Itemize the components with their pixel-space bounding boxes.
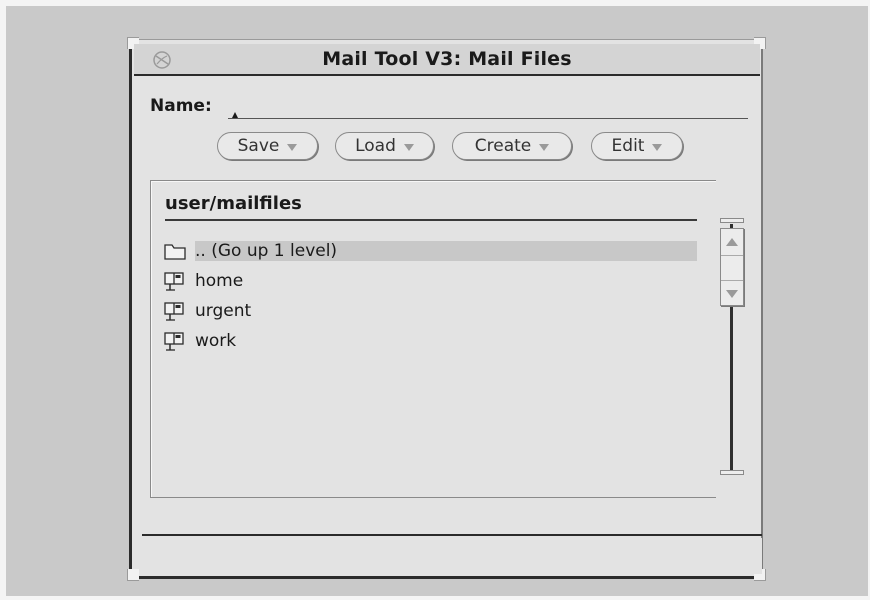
arrow-up-icon xyxy=(726,238,738,246)
resize-corner-bottom-left[interactable] xyxy=(127,569,139,581)
save-menu-button[interactable]: Save xyxy=(217,132,318,160)
title-bar[interactable]: Mail Tool V3: Mail Files xyxy=(134,44,760,76)
mailbox-icon xyxy=(163,330,191,352)
list-item[interactable]: work xyxy=(163,327,236,355)
file-list: user/mailfiles .. (Go up 1 level) home u… xyxy=(150,180,716,498)
chevron-down-icon xyxy=(287,143,298,151)
list-item-label: work xyxy=(195,331,237,351)
edit-menu-button[interactable]: Edit xyxy=(591,132,683,160)
folder-icon xyxy=(163,240,191,262)
scroll-down-button[interactable] xyxy=(721,281,743,307)
scrollbar-elevator[interactable] xyxy=(720,228,744,306)
load-menu-button[interactable]: Load xyxy=(335,132,434,160)
scroll-up-button[interactable] xyxy=(721,229,743,255)
save-button-label: Save xyxy=(237,136,280,156)
footer-area xyxy=(142,538,762,574)
list-header-divider xyxy=(165,219,697,221)
chevron-down-icon xyxy=(539,143,550,151)
load-button-label: Load xyxy=(355,136,396,156)
list-item-label: urgent xyxy=(195,301,252,321)
scrollbar-bottom-anchor[interactable] xyxy=(720,470,744,475)
text-caret xyxy=(232,112,238,118)
list-item[interactable]: home xyxy=(163,267,243,295)
list-item-label: home xyxy=(195,271,244,291)
name-label: Name: xyxy=(150,96,212,116)
list-item[interactable]: urgent xyxy=(163,297,251,325)
mailbox-icon xyxy=(163,270,191,292)
chevron-down-icon xyxy=(403,143,414,151)
scrollbar-top-anchor[interactable] xyxy=(720,218,744,223)
list-item-label: .. (Go up 1 level) xyxy=(195,241,697,261)
list-header-path: user/mailfiles xyxy=(165,193,302,214)
chevron-down-icon xyxy=(652,143,663,151)
arrow-down-icon xyxy=(726,290,738,298)
vertical-scrollbar[interactable] xyxy=(716,180,748,498)
edit-button-label: Edit xyxy=(611,136,645,156)
name-input[interactable] xyxy=(228,98,748,119)
create-menu-button[interactable]: Create xyxy=(452,132,572,160)
mail-files-window: Mail Tool V3: Mail Files Name: Save Load… xyxy=(127,37,766,581)
create-button-label: Create xyxy=(474,136,532,156)
list-item[interactable]: .. (Go up 1 level) xyxy=(163,237,697,265)
scrollbar-drag-area[interactable] xyxy=(721,255,743,281)
footer-divider xyxy=(142,534,762,536)
mailbox-icon xyxy=(163,300,191,322)
control-panel: Name: Save Load Create Edit user/mailfil… xyxy=(136,80,762,574)
screen-background: Mail Tool V3: Mail Files Name: Save Load… xyxy=(0,0,870,600)
window-title: Mail Tool V3: Mail Files xyxy=(322,48,572,70)
